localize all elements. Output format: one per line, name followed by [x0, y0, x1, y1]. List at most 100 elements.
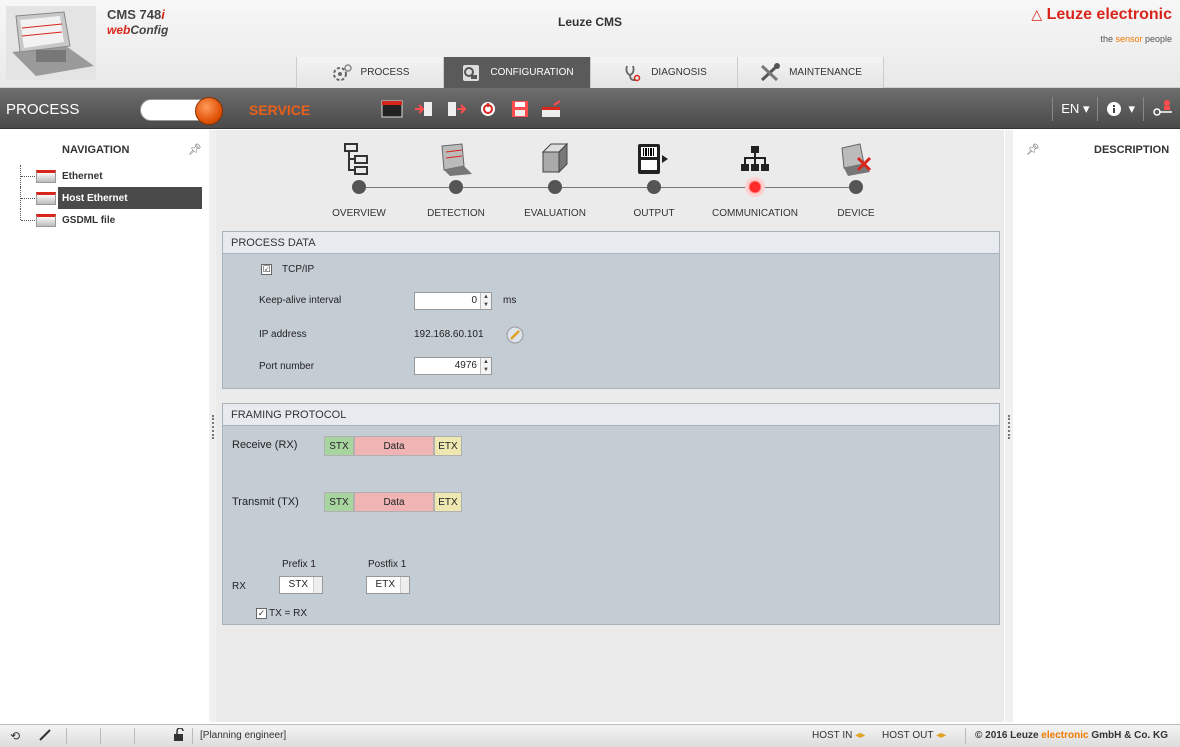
step-dot-active[interactable]: [745, 177, 765, 197]
evaluation-cube-icon: [541, 142, 569, 174]
main-tabs: PROCESS CONFIGURATION DIAGNOSIS MAINTENA…: [296, 57, 884, 88]
diagnosis-icon: [621, 63, 643, 83]
port-input[interactable]: 4976 ▲ ▼: [414, 357, 492, 375]
terminal-icon[interactable]: [380, 97, 404, 121]
tx-data-segment[interactable]: Data: [354, 492, 434, 512]
tcpip-label: TCP/IP: [282, 264, 315, 275]
ip-value: 192.168.60.101: [414, 329, 484, 340]
step-dot[interactable]: [849, 180, 863, 194]
device-write-icon[interactable]: [540, 97, 564, 121]
toggle-knob[interactable]: [195, 97, 223, 125]
reset-icon[interactable]: [476, 97, 500, 121]
download-from-device-icon[interactable]: [444, 97, 468, 121]
chevron-down-icon: ▾: [1128, 101, 1135, 116]
app-title: Leuze CMS: [557, 15, 622, 29]
separator: [1097, 97, 1099, 121]
status-bar: ⟲ [Planning engineer] HOST IN ◂▸ HOST OU…: [0, 724, 1180, 747]
panel-title: FRAMING PROTOCOL: [223, 404, 999, 426]
postfix-input[interactable]: ETX: [366, 576, 410, 594]
maintenance-tools-icon: [759, 62, 781, 83]
prefix-label: Prefix 1: [282, 559, 316, 570]
spinner-arrows-icon[interactable]: ▲ ▼: [480, 293, 491, 309]
tab-configuration[interactable]: CONFIGURATION: [443, 57, 590, 88]
rx-data-segment[interactable]: Data: [354, 436, 434, 456]
brand-triangle-icon: △: [1031, 6, 1043, 22]
refresh-icon[interactable]: ⟲: [10, 729, 20, 743]
field-stub: [400, 577, 409, 593]
chevron-down-icon: ▾: [1082, 101, 1090, 116]
folder-icon: [36, 192, 56, 205]
panel-title: PROCESS DATA: [223, 232, 999, 254]
nav-item-gsdml-file[interactable]: GSDML file: [20, 209, 202, 231]
folder-icon: [36, 170, 56, 183]
tx-equals-rx-checkbox[interactable]: ✓: [256, 608, 267, 619]
keepalive-label: Keep-alive interval: [259, 295, 342, 306]
main-content: OVERVIEW DETECTION EVALUATION OUTPUT COM…: [216, 130, 1004, 722]
process-gears-icon: [331, 63, 353, 83]
upload-to-device-icon[interactable]: [412, 97, 436, 121]
tx-etx-segment[interactable]: ETX: [434, 492, 462, 512]
spinner-arrows-icon[interactable]: ▲ ▼: [480, 358, 491, 374]
rx-etx-segment[interactable]: ETX: [434, 436, 462, 456]
overview-tree-icon: [344, 143, 368, 175]
keepalive-unit: ms: [503, 295, 517, 306]
language-select[interactable]: EN ▾: [1061, 101, 1089, 117]
ip-label: IP address: [259, 329, 307, 340]
user-login-icon[interactable]: [1152, 98, 1174, 121]
arrows-icon: ◂▸: [855, 730, 866, 741]
step-dot[interactable]: [647, 180, 661, 194]
receive-label: Receive (RX): [232, 439, 298, 451]
framing-protocol-panel: FRAMING PROTOCOL Receive (RX) STX Data E…: [222, 403, 1000, 625]
step-dot[interactable]: [352, 180, 366, 194]
rx-short-label: RX: [232, 581, 246, 592]
step-dot[interactable]: [548, 180, 562, 194]
toolbar-right: EN ▾ ▾: [1044, 97, 1174, 121]
info-menu-button[interactable]: ▾: [1106, 101, 1135, 117]
field-stub: [313, 577, 322, 593]
tx-equals-rx-label: TX = RX: [269, 608, 308, 619]
right-splitter[interactable]: [1005, 130, 1013, 722]
configuration-icon: [460, 63, 482, 83]
step-dot[interactable]: [449, 180, 463, 194]
pencil-icon[interactable]: [38, 728, 52, 745]
info-icon: [1107, 102, 1122, 116]
copyright: © 2016 Leuze electronic GmbH & Co. KG: [975, 730, 1168, 741]
pin-icon[interactable]: 📌︎: [188, 143, 202, 156]
nav-item-host-ethernet[interactable]: Host Ethernet: [20, 187, 202, 209]
folder-icon: [36, 214, 56, 227]
brand-logo: △ Leuze electronic the sensor people: [1031, 6, 1172, 44]
postfix-label: Postfix 1: [368, 559, 407, 570]
wizard-steps: OVERVIEW DETECTION EVALUATION OUTPUT COM…: [216, 130, 1004, 226]
description-panel: 📌︎ DESCRIPTION: [1014, 130, 1180, 722]
save-icon[interactable]: [508, 97, 532, 121]
nav-item-ethernet[interactable]: Ethernet: [20, 165, 202, 187]
service-label: SERVICE: [249, 102, 311, 118]
steps-connector-line: [359, 187, 854, 188]
transmit-label: Transmit (TX): [232, 496, 299, 508]
keepalive-input[interactable]: 0 ▲ ▼: [414, 292, 492, 310]
navigation-tree: Ethernet Host Ethernet GSDML file: [20, 165, 202, 231]
rx-stx-segment[interactable]: STX: [324, 436, 354, 456]
tab-diagnosis[interactable]: DIAGNOSIS: [590, 57, 737, 88]
unlock-icon[interactable]: [172, 727, 186, 745]
pin-icon[interactable]: 📌︎: [1026, 143, 1040, 156]
mode-label: PROCESS: [6, 101, 80, 118]
detection-icon: [441, 143, 472, 176]
navigation-title: NAVIGATION: [62, 144, 130, 156]
toolbar: PROCESS SERVICE EN ▾ ▾: [0, 88, 1180, 129]
navigation-panel: NAVIGATION 📌︎ Ethernet Host Ethernet GSD…: [0, 130, 210, 722]
prefix-input[interactable]: STX: [279, 576, 323, 594]
edit-pencil-icon[interactable]: [506, 326, 524, 344]
app-header: CMS 748i webConfig Leuze CMS △ Leuze ele…: [0, 0, 1180, 88]
user-role: [Planning engineer]: [200, 730, 287, 741]
mode-toggle-switch[interactable]: [140, 97, 223, 125]
tx-stx-segment[interactable]: STX: [324, 492, 354, 512]
arrows-icon: ◂▸: [936, 730, 947, 741]
tab-process[interactable]: PROCESS: [296, 57, 443, 88]
tcpip-checkbox[interactable]: ☑: [261, 264, 272, 275]
separator: [1052, 97, 1054, 121]
tab-maintenance[interactable]: MAINTENANCE: [737, 57, 884, 88]
host-out-indicator: HOST OUT ◂▸: [882, 730, 947, 741]
host-in-indicator: HOST IN ◂▸: [812, 730, 866, 741]
port-label: Port number: [259, 361, 315, 372]
